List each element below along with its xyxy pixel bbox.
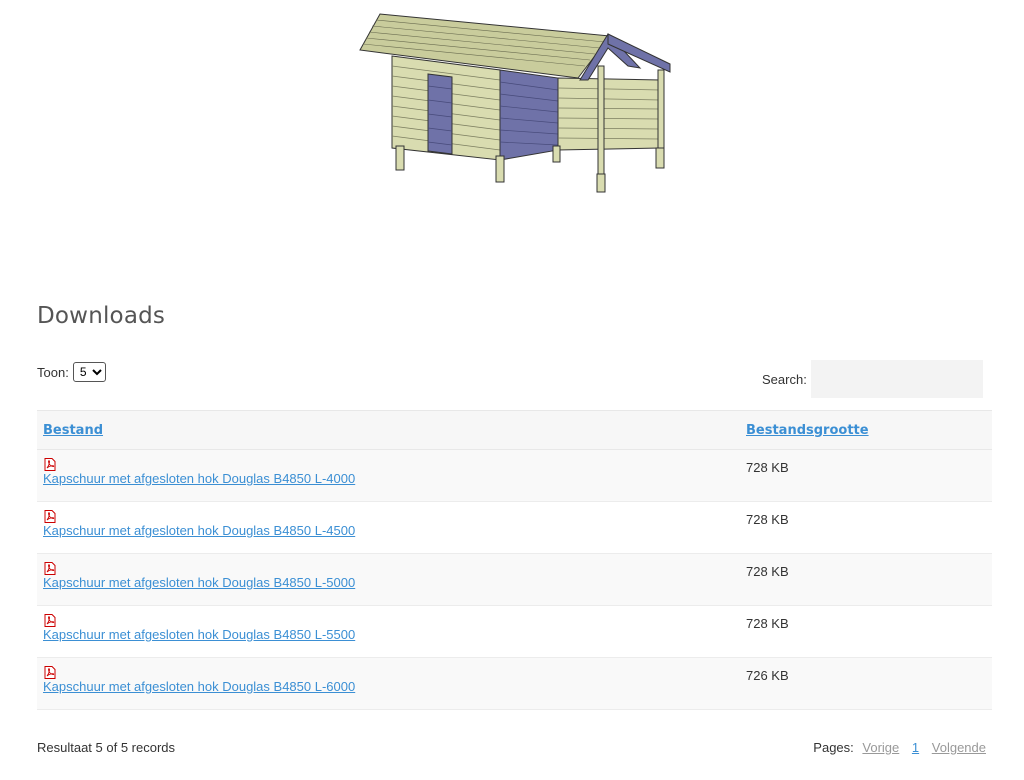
pdf-icon [43,666,734,679]
pdf-icon [43,562,734,575]
file-download-link[interactable]: Kapschuur met afgesloten hok Douglas B48… [43,679,734,694]
page-number-link[interactable]: 1 [912,740,919,755]
column-header-size[interactable]: Bestandsgrootte [740,410,992,450]
file-download-link[interactable]: Kapschuur met afgesloten hok Douglas B48… [43,575,734,590]
file-cell: Kapschuur met afgesloten hok Douglas B48… [37,501,740,554]
file-download-link[interactable]: Kapschuur met afgesloten hok Douglas B48… [43,523,734,538]
pdf-icon [43,614,734,627]
table-row: Kapschuur met afgesloten hok Douglas B48… [37,657,992,710]
file-size-cell: 728 KB [740,449,992,502]
page-length-select[interactable]: 5 [72,362,106,382]
file-size-cell: 728 KB [740,553,992,606]
sort-by-size-link[interactable]: Bestandsgrootte [746,423,869,438]
sort-by-file-link[interactable]: Bestand [43,423,103,438]
file-cell: Kapschuur met afgesloten hok Douglas B48… [37,605,740,658]
next-page-link[interactable]: Volgende [932,740,986,755]
pages-label: Pages: [813,740,854,755]
product-image-carport-shed [359,13,671,193]
table-row: Kapschuur met afgesloten hok Douglas B48… [37,501,992,554]
page-length-label: Toon: [37,364,69,380]
file-download-link[interactable]: Kapschuur met afgesloten hok Douglas B48… [43,471,734,486]
search-label: Search: [762,371,807,387]
section-title: Downloads [37,303,166,329]
pdf-icon [43,510,734,523]
table-row: Kapschuur met afgesloten hok Douglas B48… [37,553,992,606]
file-download-link[interactable]: Kapschuur met afgesloten hok Douglas B48… [43,627,734,642]
file-size-cell: 728 KB [740,501,992,554]
pdf-icon [43,458,734,471]
file-size-cell: 726 KB [740,657,992,710]
file-size-cell: 728 KB [740,605,992,658]
column-header-file[interactable]: Bestand [37,410,740,450]
downloads-table: Bestand Bestandsgrootte Kapschuur met af… [37,410,992,710]
search-control: Search: [762,360,983,398]
pagination: Pages: Vorige 1 Volgende [813,740,986,755]
file-cell: Kapschuur met afgesloten hok Douglas B48… [37,657,740,710]
page-length-control: Toon: 5 [37,362,106,382]
table-row: Kapschuur met afgesloten hok Douglas B48… [37,449,992,502]
result-summary: Resultaat 5 of 5 records [37,740,176,755]
table-header-row: Bestand Bestandsgrootte [37,410,992,450]
previous-page-link[interactable]: Vorige [862,740,899,755]
file-cell: Kapschuur met afgesloten hok Douglas B48… [37,553,740,606]
file-cell: Kapschuur met afgesloten hok Douglas B48… [37,449,740,502]
table-row: Kapschuur met afgesloten hok Douglas B48… [37,605,992,658]
search-input[interactable] [810,360,983,398]
